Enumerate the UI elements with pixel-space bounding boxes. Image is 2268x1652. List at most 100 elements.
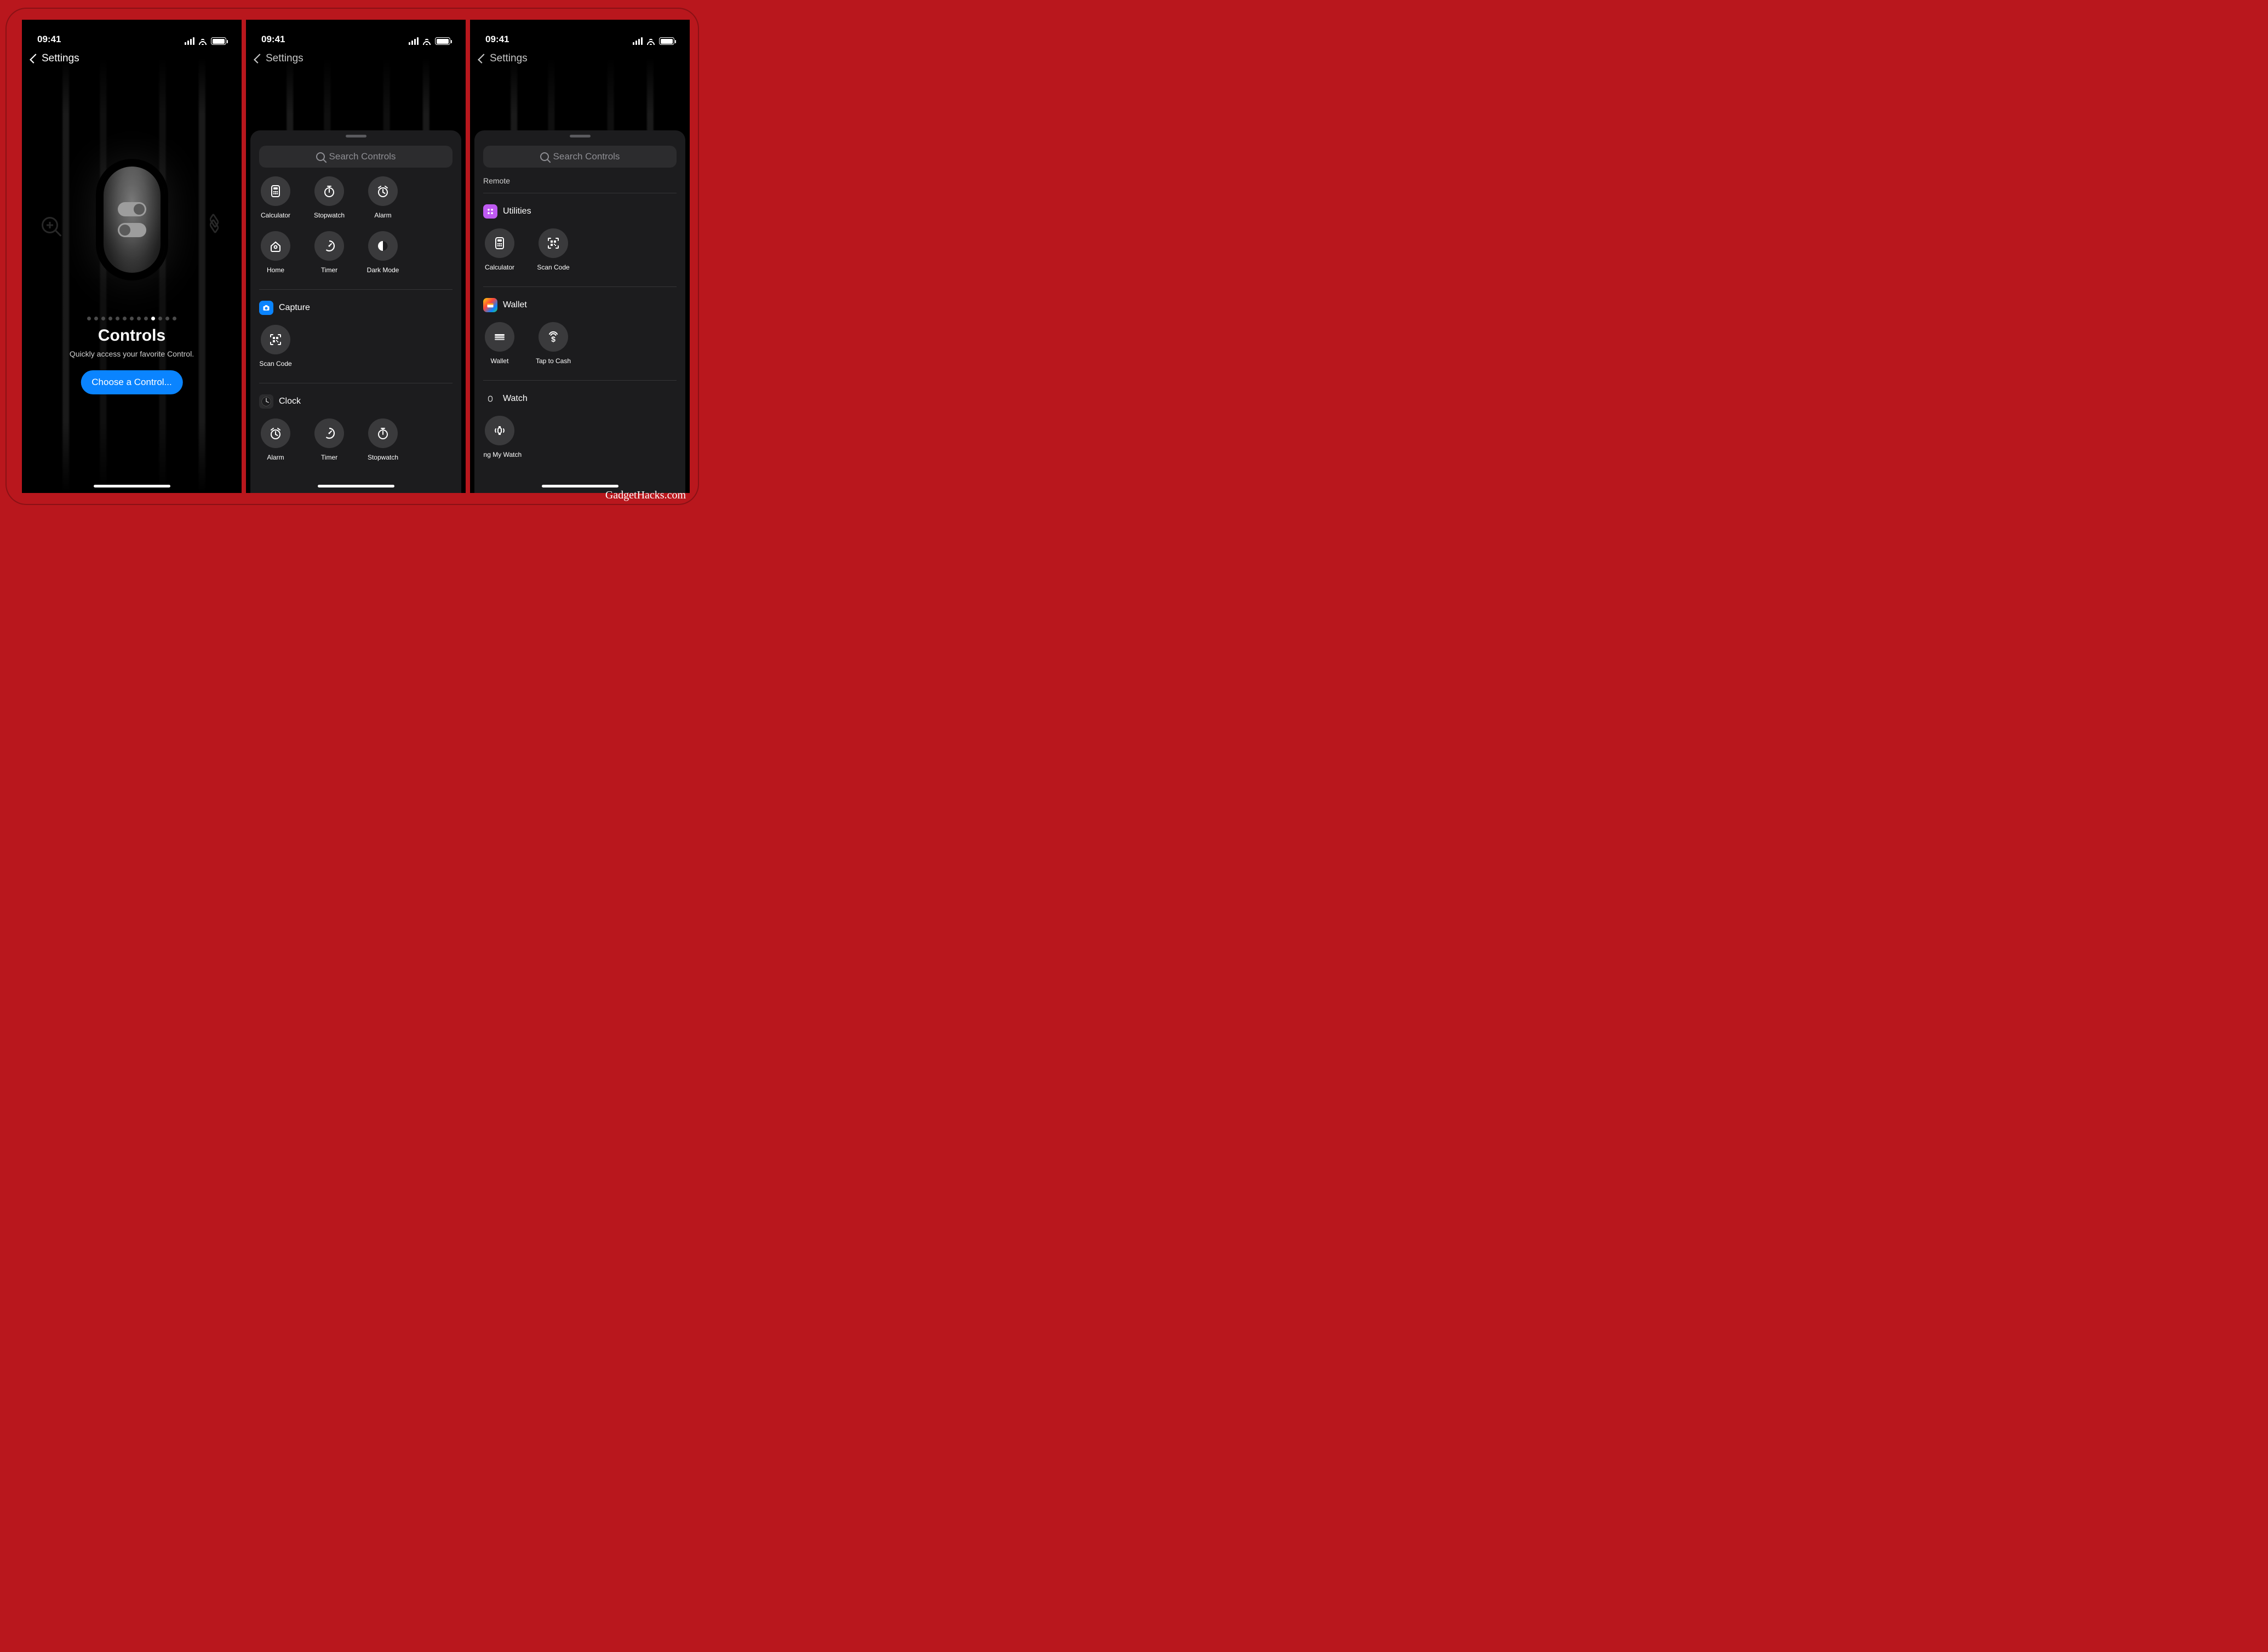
control-alarm[interactable]: Alarm (259, 418, 292, 461)
control-label: Dark Mode (367, 266, 399, 274)
search-placeholder: Search Controls (329, 151, 396, 162)
cellular-icon (633, 37, 643, 45)
section-header-capture: Capture (259, 289, 453, 315)
control-alarm[interactable]: Alarm (366, 176, 399, 219)
section-title: Watch (503, 394, 528, 404)
back-button[interactable]: Settings (246, 47, 466, 68)
darkmode-icon (368, 231, 398, 261)
control-home[interactable]: Home (259, 231, 292, 274)
home-indicator[interactable] (318, 485, 394, 487)
pingwatch-icon (485, 416, 514, 445)
wifi-icon (198, 37, 208, 45)
control-label: Home (267, 266, 284, 274)
back-button[interactable]: Settings (470, 47, 690, 68)
calculator-icon (485, 228, 514, 258)
magnify-plus-icon[interactable] (42, 217, 58, 233)
page-title: Controls (22, 326, 242, 345)
control-calculator[interactable]: Calculator (259, 176, 292, 219)
control-label: Calculator (261, 211, 290, 219)
search-input[interactable]: Search Controls (483, 146, 677, 168)
timer-icon (314, 418, 344, 448)
control-ping-my-watch[interactable]: Ping My Watch (483, 416, 516, 458)
stopwatch-icon (368, 418, 398, 448)
source-attribution: GadgetHacks.com (605, 489, 686, 502)
shortcuts-icon[interactable] (207, 217, 222, 232)
timer-icon (314, 231, 344, 261)
control-wallet[interactable]: Wallet (483, 322, 516, 365)
stopwatch-icon (314, 176, 344, 206)
status-time: 09:41 (261, 34, 285, 45)
battery-icon (211, 37, 226, 45)
qr-icon (539, 228, 568, 258)
chevron-left-icon (254, 54, 264, 64)
section-header-utilities: Utilities (483, 193, 677, 219)
wifi-icon (422, 37, 432, 45)
controls-sheet[interactable]: Search Controls Calculator Stopwatch Alarm… (250, 130, 461, 493)
section-title: Clock (279, 397, 301, 406)
phone-screen-2: 09:41 Settings Search Controls Calculato… (246, 20, 466, 493)
wallet-icon (485, 322, 514, 352)
search-input[interactable]: Search Controls (259, 146, 453, 168)
calculator-icon (261, 176, 290, 206)
control-label: Wallet (491, 357, 509, 365)
control-stopwatch[interactable]: Stopwatch (366, 418, 399, 461)
chevron-left-icon (30, 54, 39, 64)
section-header-wallet: Wallet (483, 286, 677, 312)
control-label: Scan Code (537, 263, 569, 271)
control-label: Timer (321, 266, 337, 274)
home-indicator[interactable] (542, 485, 618, 487)
control-label: Tap to Cash (536, 357, 571, 365)
control-label: Ping My Watch (483, 451, 522, 458)
wifi-icon (646, 37, 656, 45)
app-icon-capture (259, 301, 273, 315)
control-tap-to-cash[interactable]: Tap to Cash (537, 322, 570, 365)
page-dots[interactable] (22, 313, 242, 323)
chevron-left-icon (478, 54, 488, 64)
home-indicator[interactable] (94, 485, 170, 487)
choose-control-button[interactable]: Choose a Control... (81, 370, 182, 394)
status-bar: 09:41 (470, 20, 690, 47)
section-title: Utilities (503, 206, 531, 216)
search-icon (316, 152, 325, 161)
control-label: Scan Code (259, 360, 291, 368)
back-button[interactable]: Settings (22, 47, 242, 68)
phone-screen-1: 09:41 Settings Con (22, 20, 242, 493)
home-icon (261, 231, 290, 261)
back-label: Settings (266, 53, 303, 65)
control-label: Stopwatch (368, 454, 398, 461)
qr-icon (261, 325, 290, 354)
app-icon-clock (259, 394, 273, 409)
control-label: Alarm (374, 211, 391, 219)
action-button-art (99, 162, 165, 277)
section-title: Capture (279, 303, 310, 313)
section-header-clock: Clock (259, 383, 453, 409)
back-label: Settings (490, 53, 528, 65)
back-label: Settings (42, 53, 79, 65)
control-stopwatch[interactable]: Stopwatch (313, 176, 346, 219)
control-timer[interactable]: Timer (313, 231, 346, 274)
status-bar: 09:41 (246, 20, 466, 47)
app-icon-wallet (483, 298, 497, 312)
control-scan-code[interactable]: Scan Code (537, 228, 570, 271)
control-timer[interactable]: Timer (313, 418, 346, 461)
controls-sheet[interactable]: Search Controls Remote Utilities Calculato… (474, 130, 685, 493)
taptocash-icon (539, 322, 568, 352)
control-dark-mode[interactable]: Dark Mode (366, 231, 399, 274)
control-label: Remote (483, 176, 677, 185)
status-time: 09:41 (485, 34, 509, 45)
cellular-icon (409, 37, 419, 45)
app-icon-watch (483, 392, 497, 406)
control-label: Timer (321, 454, 337, 461)
control-scan-code[interactable]: Scan Code (259, 325, 292, 368)
section-title: Wallet (503, 300, 527, 310)
status-bar: 09:41 (22, 20, 242, 47)
control-label: Calculator (485, 263, 514, 271)
page-subtitle: Quickly access your favorite Control. (22, 349, 242, 358)
phone-screen-3: 09:41 Settings Search Controls Remote Uti… (470, 20, 690, 493)
control-label: Stopwatch (314, 211, 345, 219)
search-icon (540, 152, 549, 161)
section-header-watch: Watch (483, 380, 677, 406)
alarm-icon (261, 418, 290, 448)
battery-icon (435, 37, 450, 45)
control-calculator[interactable]: Calculator (483, 228, 516, 271)
